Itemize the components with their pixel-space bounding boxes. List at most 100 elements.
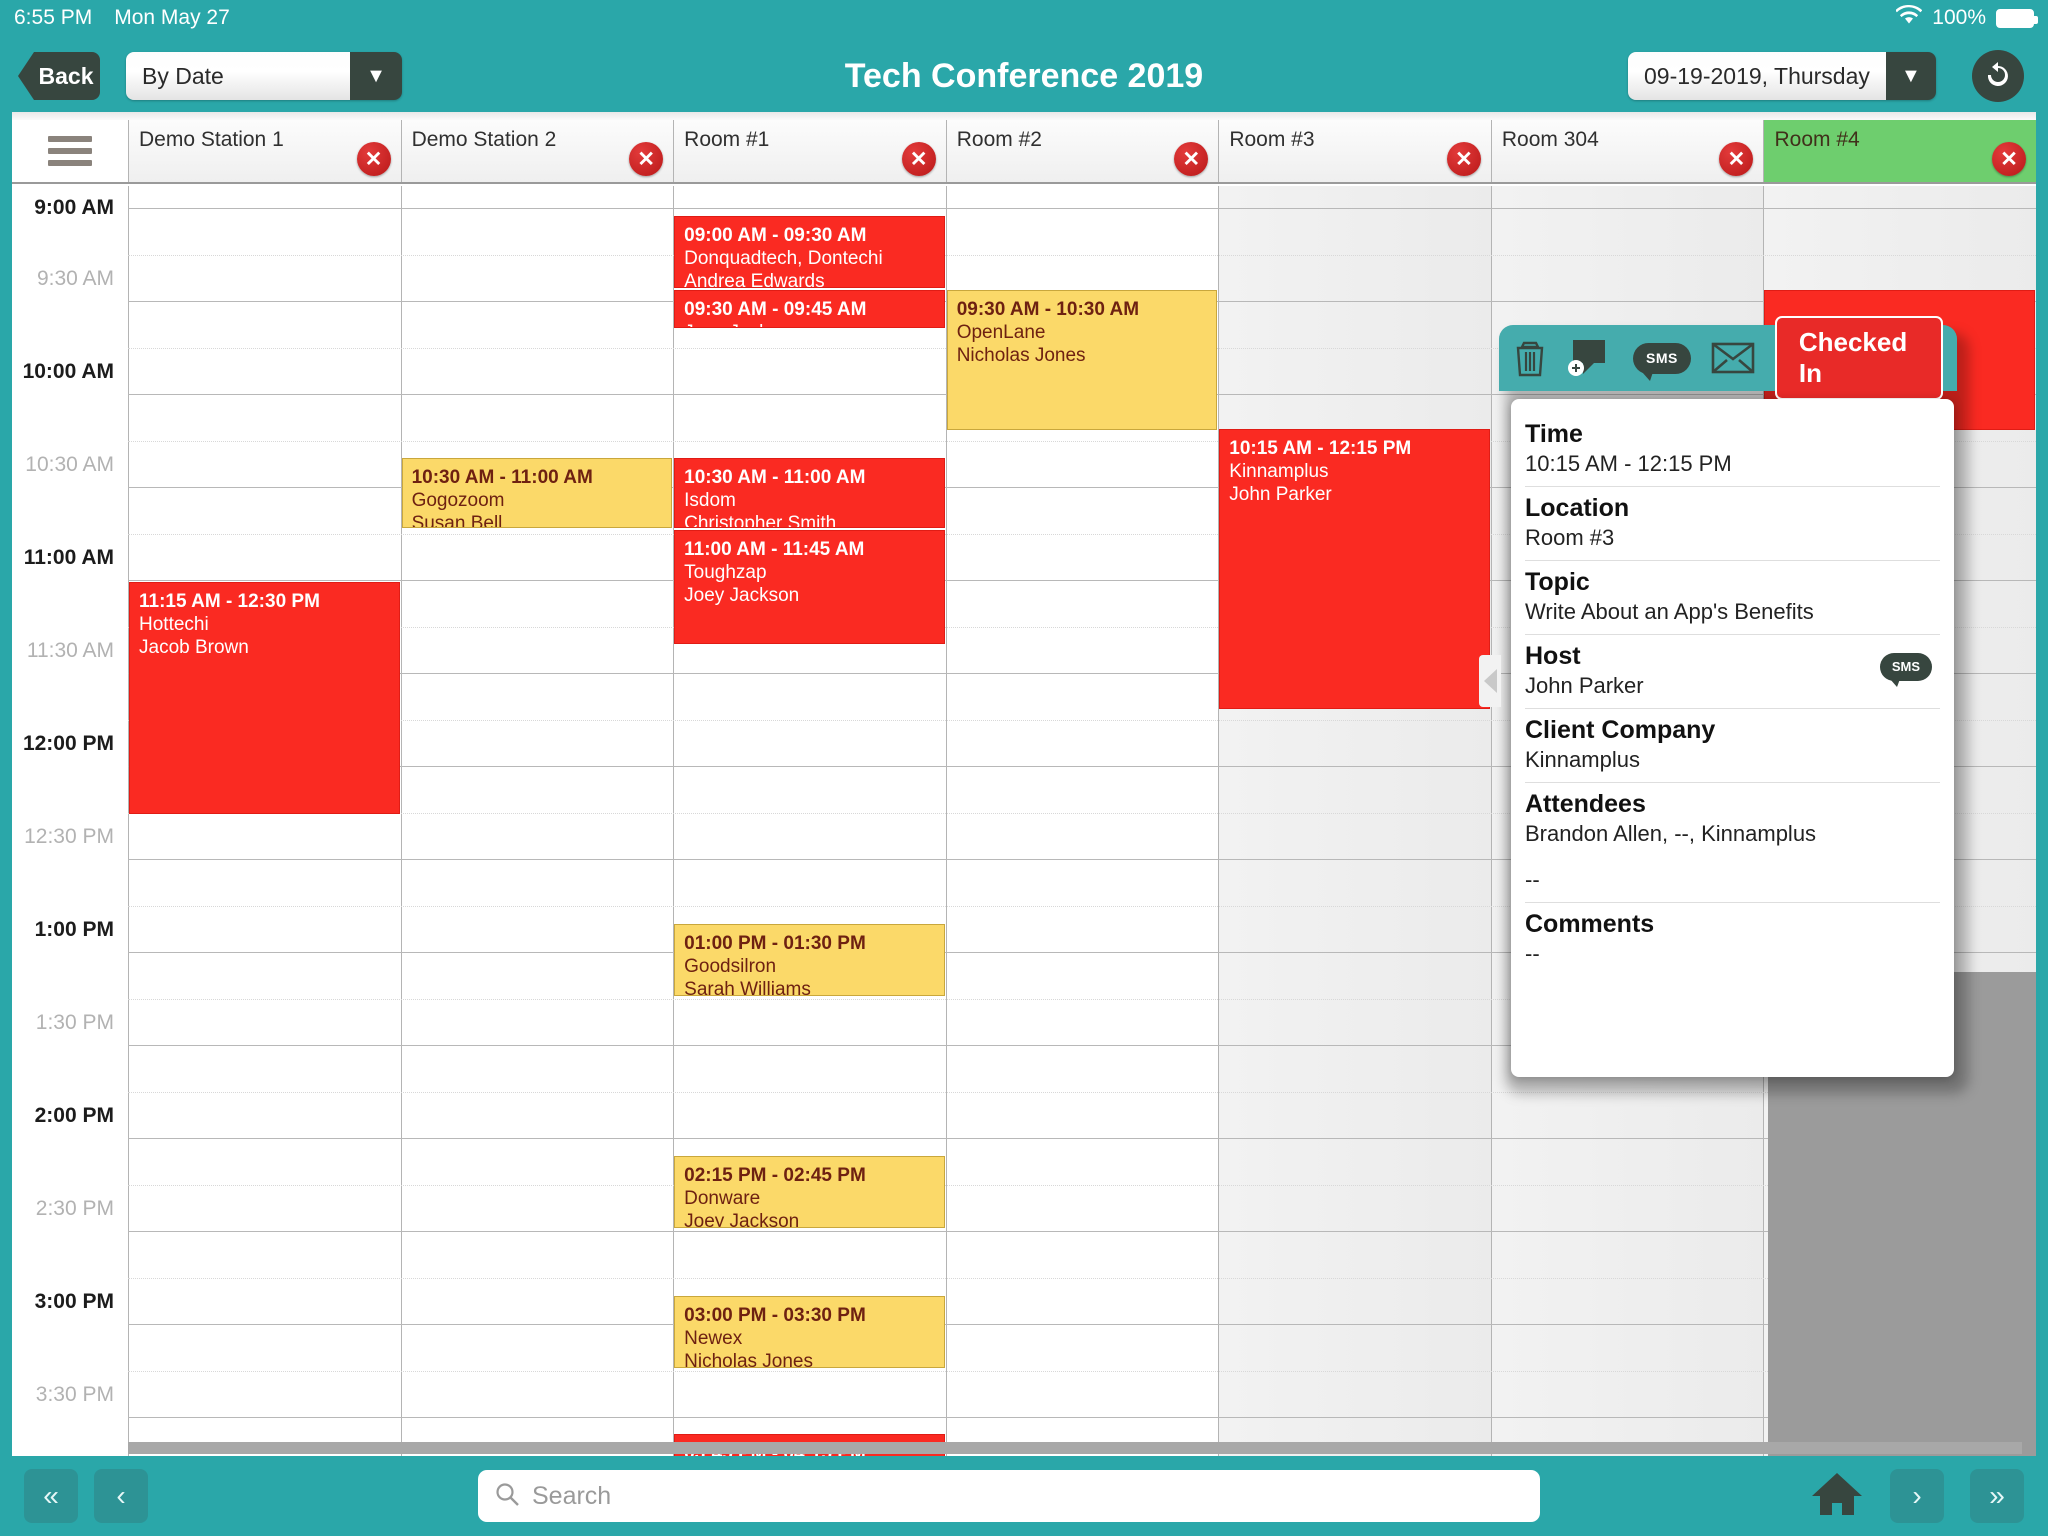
sort-by-dropdown[interactable]: By Date ▼ bbox=[126, 52, 402, 100]
grid-line bbox=[128, 254, 2036, 256]
time-label-2: 10:00 AM bbox=[22, 360, 114, 383]
calendar-event[interactable]: 09:30 AM - 09:45 AMJoey Jackson bbox=[674, 290, 945, 328]
close-circle-icon[interactable]: ✕ bbox=[901, 142, 936, 176]
column-header-label: Room #4 bbox=[1774, 128, 1860, 151]
close-circle-icon[interactable]: ✕ bbox=[1174, 142, 1209, 176]
list-menu-button[interactable] bbox=[12, 120, 128, 182]
column-header-1[interactable]: Demo Station 2 ✕ bbox=[400, 120, 674, 182]
time-label-8: 1:00 PM bbox=[34, 918, 114, 941]
calendar-event[interactable]: 11:00 AM - 11:45 AM Toughzap Joey Jackson bbox=[674, 530, 945, 644]
close-circle-icon[interactable]: ✕ bbox=[1992, 142, 2027, 176]
calendar-event[interactable]: 11:15 AM - 12:30 PM Hottechi Jacob Brown bbox=[129, 582, 400, 814]
detail-field-value: Kinnamplus bbox=[1525, 747, 1640, 772]
event-time: 10:30 AM - 11:00 AM bbox=[684, 467, 866, 488]
column-header-label: Room #2 bbox=[956, 128, 1042, 151]
date-picker-dropdown[interactable]: 09-19-2019, Thursday ▼ bbox=[1628, 52, 1936, 100]
event-time: 02:15 PM - 02:45 PM bbox=[684, 1165, 866, 1186]
first-page-button[interactable]: « bbox=[24, 1469, 78, 1523]
detail-field-label: Time bbox=[1525, 420, 1583, 448]
time-axis-gutter: 9:00 AM 9:30 AM 10:00 AM 10:30 AM 11:00 AM 11… bbox=[12, 186, 128, 1456]
column-header-5[interactable]: Room 304 ✕ bbox=[1490, 120, 1764, 182]
search-input[interactable] bbox=[532, 1481, 1524, 1511]
event-person: Sarah Williams bbox=[684, 979, 811, 996]
column-header-3[interactable]: Room #2 ✕ bbox=[945, 120, 1219, 182]
calendar-event[interactable]: 10:15 AM - 12:15 PM Kinnamplus John Parker bbox=[1219, 429, 1490, 709]
event-person: Joey Jackson bbox=[684, 585, 800, 607]
sms-bubble-icon[interactable]: SMS bbox=[1633, 342, 1691, 381]
detail-field-label: Topic bbox=[1525, 568, 1590, 596]
event-time: 09:30 AM - 10:30 AM bbox=[956, 299, 1140, 320]
event-company: Goodsilron bbox=[684, 956, 777, 978]
trash-icon[interactable] bbox=[1513, 339, 1547, 377]
close-circle-icon[interactable]: ✕ bbox=[1719, 142, 1754, 176]
detail-field-label: Attendees bbox=[1525, 790, 1646, 818]
collapse-left-icon bbox=[1483, 669, 1497, 693]
calendar-event[interactable]: 01:00 PM - 01:30 PM Goodsilron Sarah Willi… bbox=[674, 924, 945, 996]
event-company: OpenLane bbox=[956, 322, 1046, 344]
event-company: Donquadtech, Dontechi bbox=[684, 248, 883, 270]
grid-line bbox=[128, 1138, 2036, 1139]
time-label-6: 12:00 PM bbox=[22, 732, 114, 755]
event-time: 10:30 AM - 11:00 AM bbox=[411, 467, 593, 488]
calendar-event[interactable]: 03:00 PM - 03:30 PM Newex Nicholas Jones bbox=[674, 1296, 945, 1368]
close-circle-icon[interactable]: ✕ bbox=[356, 142, 391, 176]
event-time: 09:30 AM - 09:45 AM bbox=[684, 299, 867, 320]
detail-field-topic: Topic Write About an App's Benefits bbox=[1525, 561, 1940, 635]
wifi-icon bbox=[1895, 4, 1923, 31]
status-badge[interactable]: Checked In bbox=[1774, 316, 1943, 400]
column-header-label: Room #3 bbox=[1229, 128, 1315, 151]
last-page-button[interactable]: » bbox=[1970, 1469, 2024, 1523]
detail-field-host: Host John Parker SMS bbox=[1525, 635, 1940, 709]
calendar-column-2[interactable] bbox=[673, 186, 946, 1456]
column-header-2[interactable]: Room #1 ✕ bbox=[673, 120, 946, 182]
home-button[interactable] bbox=[1810, 1470, 1864, 1523]
sms-bubble-icon[interactable]: SMS bbox=[1879, 653, 1932, 687]
search-bar[interactable] bbox=[478, 1470, 1540, 1522]
top-navigation-bar: Back By Date ▼ 09-19-2019, Thursday ▼ bbox=[0, 36, 2048, 116]
detail-field-value-secondary: -- bbox=[1525, 867, 1540, 892]
popup-collapse-handle[interactable] bbox=[1479, 655, 1501, 707]
envelope-icon[interactable] bbox=[1711, 341, 1755, 375]
calendar-event[interactable]: 10:30 AM - 11:00 AM Isdom Christopher Smit… bbox=[674, 458, 945, 528]
time-label-9: 1:30 PM bbox=[35, 1011, 114, 1034]
column-header-0[interactable]: Demo Station 1 ✕ bbox=[128, 120, 401, 182]
chevron-down-icon: ▼ bbox=[350, 52, 402, 100]
time-label-10: 2:00 PM bbox=[34, 1104, 114, 1127]
grid-line bbox=[128, 208, 2036, 209]
calendar-column-1[interactable] bbox=[400, 186, 674, 1456]
horizontal-scrollbar[interactable] bbox=[32, 1442, 2022, 1454]
detail-field-value: -- bbox=[1525, 941, 1540, 966]
detail-field-time: Time 10:15 AM - 12:15 PM bbox=[1525, 413, 1940, 487]
grid-line bbox=[128, 1184, 2036, 1186]
add-comment-icon[interactable] bbox=[1567, 337, 1613, 379]
popup-action-toolbar: SMS Checked In bbox=[1499, 316, 1957, 400]
grid-line bbox=[128, 1231, 2036, 1232]
close-circle-icon[interactable]: ✕ bbox=[629, 142, 664, 176]
column-header-6[interactable]: Room #4 ✕ bbox=[1763, 120, 2036, 182]
calendar-event[interactable]: 10:30 AM - 11:00 AM Gogozoom Susan Bell bbox=[401, 458, 673, 528]
detail-field-value: Room #3 bbox=[1525, 525, 1615, 550]
detail-field-value: 10:15 AM - 12:15 PM bbox=[1525, 451, 1732, 476]
close-circle-icon[interactable]: ✕ bbox=[1446, 142, 1481, 176]
event-time: 09:00 AM - 09:30 AM bbox=[684, 225, 867, 246]
calendar-event[interactable]: 09:00 AM - 09:30 AM Donquadtech, Dontechi… bbox=[674, 216, 945, 288]
previous-page-button[interactable]: ‹ bbox=[94, 1469, 148, 1523]
double-chevron-right-icon: » bbox=[1989, 1480, 2005, 1511]
detail-field-label: Comments bbox=[1525, 910, 1655, 938]
calendar-event[interactable]: 02:15 PM - 02:45 PM Donware Joey Jackson bbox=[674, 1156, 945, 1228]
calendar-event[interactable]: 09:30 AM - 10:30 AM OpenLane Nicholas Jone… bbox=[946, 290, 1218, 430]
event-time: 03:00 PM - 03:30 PM bbox=[684, 1305, 866, 1326]
status-date: Mon May 27 bbox=[114, 6, 230, 29]
refresh-button[interactable] bbox=[1972, 50, 2024, 102]
next-page-button[interactable]: › bbox=[1890, 1469, 1944, 1523]
time-label-11: 2:30 PM bbox=[35, 1197, 114, 1220]
event-details-popup: SMS Checked In Time 10:15 AM - 12:15 PM Lo… bbox=[1479, 316, 1969, 1094]
detail-field-attendees: Attendees Brandon Allen, --, Kinnamplus -- bbox=[1525, 783, 1940, 903]
calendar-column-0[interactable] bbox=[128, 186, 401, 1456]
search-icon bbox=[494, 1481, 520, 1512]
detail-field-value: John Parker bbox=[1525, 673, 1644, 698]
back-button[interactable]: Back bbox=[18, 52, 100, 100]
calendar-column-4[interactable] bbox=[1218, 186, 1491, 1456]
column-header-4[interactable]: Room #3 ✕ bbox=[1218, 120, 1491, 182]
detail-field-value: Brandon Allen, --, Kinnamplus bbox=[1525, 821, 1817, 846]
